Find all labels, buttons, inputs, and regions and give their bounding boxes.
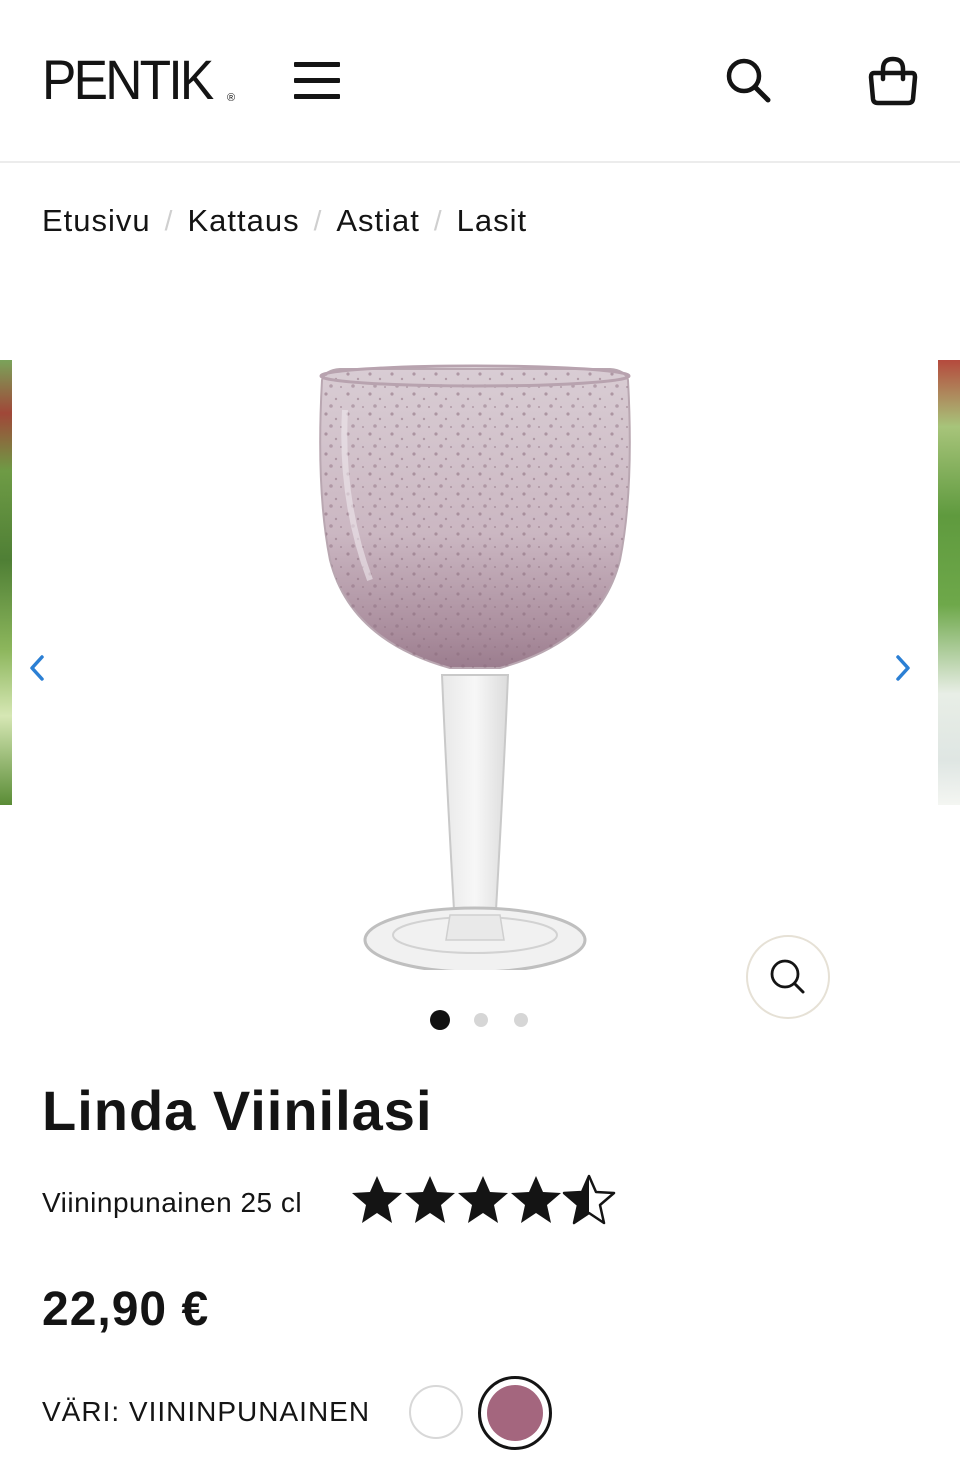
color-swatch-viininpunainen[interactable] — [478, 1376, 552, 1450]
breadcrumb-kattaus[interactable]: Kattaus — [187, 203, 299, 239]
shopping-bag-icon[interactable] — [866, 55, 920, 107]
product-gallery[interactable] — [0, 340, 960, 1040]
hamburger-menu-icon[interactable] — [294, 62, 340, 100]
star-full-icon — [405, 1176, 455, 1223]
pentik-logo[interactable]: PENTIK — [42, 52, 214, 108]
registered-mark: ® — [227, 92, 236, 104]
product-price: 22,90 € — [42, 1283, 210, 1336]
breadcrumb-astiat[interactable]: Astiat — [336, 203, 420, 239]
star-half-icon — [562, 1174, 616, 1225]
search-icon[interactable] — [724, 56, 774, 106]
site-header: PENTIK ® — [0, 0, 960, 163]
gallery-dot[interactable] — [430, 1010, 450, 1030]
breadcrumb-separator: / — [164, 205, 174, 236]
breadcrumb-etusivu[interactable]: Etusivu — [42, 203, 151, 239]
breadcrumb-separator: / — [433, 205, 443, 236]
gallery-dot[interactable] — [474, 1013, 488, 1027]
color-swatch-white[interactable] — [409, 1385, 463, 1439]
color-label: VÄRI: VIININPUNAINEN — [42, 1396, 371, 1427]
product-title: Linda Viinilasi — [42, 1079, 433, 1142]
rating-stars[interactable] — [350, 1174, 616, 1226]
product-variant: Viininpunainen 25 cl — [42, 1187, 303, 1218]
star-full-icon — [511, 1176, 561, 1223]
breadcrumb-separator: / — [313, 205, 323, 236]
product-image-wine-glass[interactable] — [300, 350, 650, 974]
gallery-pagination — [430, 1010, 554, 1030]
next-image-preview[interactable] — [938, 360, 960, 805]
swatch-fill — [487, 1385, 543, 1441]
previous-image-preview[interactable] — [0, 360, 12, 805]
zoom-icon[interactable] — [746, 935, 830, 1019]
chevron-left-icon[interactable] — [24, 652, 52, 684]
star-full-icon — [458, 1176, 508, 1223]
star-full-icon — [352, 1176, 402, 1223]
breadcrumb: Etusivu / Kattaus / Astiat / Lasit — [42, 203, 527, 239]
breadcrumb-lasit[interactable]: Lasit — [457, 203, 527, 239]
gallery-dot[interactable] — [514, 1013, 528, 1027]
chevron-right-icon[interactable] — [888, 652, 916, 684]
